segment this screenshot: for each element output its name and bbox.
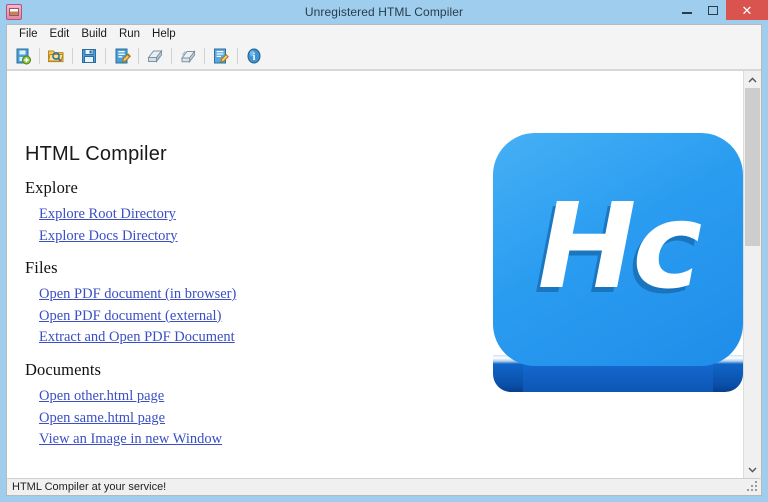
document-view: HTML Compiler Explore Explore Root Direc… [7,70,761,478]
edit-document-button[interactable] [111,45,133,67]
status-message: HTML Compiler at your service! [12,481,167,493]
maximize-button[interactable] [700,0,726,20]
menu-item-edit[interactable]: Edit [44,27,76,41]
link-open-other-html[interactable]: Open other.html page [39,386,164,408]
link-view-image-new-window[interactable]: View an Image in new Window [39,429,222,451]
toolbar-separator [39,48,40,64]
scrollbar-track[interactable] [744,88,761,461]
toolbar-separator [105,48,106,64]
application-window: Unregistered HTML Compiler ✕ File Edit B… [0,0,768,502]
close-icon: ✕ [741,2,753,18]
resize-grip[interactable] [747,481,759,493]
link-open-same-html[interactable]: Open same.html page [39,408,165,430]
section-heading-documents: Documents [25,360,102,379]
edit-document-icon [115,48,131,64]
link-explore-root-directory[interactable]: Explore Root Directory [39,204,176,226]
list-item: Open other.html page [39,386,222,408]
new-project-button[interactable] [12,45,34,67]
window-frame-bottom [0,496,768,502]
scroll-down-button[interactable] [744,461,761,478]
open-project-icon [47,50,64,63]
section-explore: Explore Explore Root Directory Explore D… [25,178,178,247]
client-area: File Edit Build Run Help i HTML Compiler… [6,24,762,478]
build-run-icon [180,50,196,64]
build-run-button[interactable] [177,45,199,67]
status-bar: HTML Compiler at your service! [6,478,762,496]
toolbar-separator [237,48,238,64]
chevron-down-icon [748,467,757,473]
toolbar-separator [204,48,205,64]
new-project-icon [16,48,31,65]
svg-text:i: i [253,52,256,63]
title-bar[interactable]: Unregistered HTML Compiler ✕ [0,0,768,24]
minimize-icon [682,11,692,14]
chevron-up-icon [748,76,757,82]
link-open-pdf-external[interactable]: Open PDF document (external) [39,306,221,328]
link-list-files: Open PDF document (in browser) Open PDF … [25,284,236,349]
build-button[interactable] [144,45,166,67]
toolbar-separator [138,48,139,64]
html-page: HTML Compiler Explore Explore Root Direc… [7,71,743,478]
list-item: Extract and Open PDF Document [39,327,236,349]
save-project-button[interactable] [78,45,100,67]
minimize-button[interactable] [674,0,700,20]
toolbar: i [7,43,761,70]
toolbar-separator [171,48,172,64]
list-item: Open same.html page [39,408,222,430]
list-item: Open PDF document (in browser) [39,284,236,306]
link-extract-and-open-pdf[interactable]: Extract and Open PDF Document [39,327,235,349]
link-explore-docs-directory[interactable]: Explore Docs Directory [39,226,178,248]
section-heading-explore: Explore [25,178,78,197]
maximize-icon [708,5,718,15]
toolbar-separator [72,48,73,64]
close-button[interactable]: ✕ [726,0,768,20]
hc-logo-icon: Hc [485,133,743,393]
page-title: HTML Compiler [25,143,167,165]
build-icon [147,49,163,63]
scroll-up-button[interactable] [744,71,761,88]
vertical-scrollbar[interactable] [743,71,761,478]
section-files: Files Open PDF document (in browser) Ope… [25,258,236,349]
section-documents: Documents Open other.html page Open same… [25,360,222,451]
menu-item-run[interactable]: Run [113,27,146,41]
scrollbar-thumb[interactable] [745,88,760,246]
help-icon: i [247,48,261,64]
link-list-documents: Open other.html page Open same.html page… [25,386,222,451]
list-item: Explore Docs Directory [39,226,178,248]
menu-bar: File Edit Build Run Help [7,25,761,43]
window-controls: ✕ [674,0,768,24]
list-item: Explore Root Directory [39,204,178,226]
app-icon[interactable] [6,4,22,20]
compile-button[interactable] [210,45,232,67]
compile-icon [214,48,229,64]
help-button[interactable]: i [243,45,265,67]
link-open-pdf-in-browser[interactable]: Open PDF document (in browser) [39,284,236,306]
open-project-button[interactable] [45,45,67,67]
menu-item-file[interactable]: File [13,27,44,41]
list-item: Open PDF document (external) [39,306,236,328]
hc-logo-text: Hc [537,176,703,315]
section-heading-files: Files [25,258,58,277]
list-item: View an Image in new Window [39,429,222,451]
link-list-explore: Explore Root Directory Explore Docs Dire… [25,204,178,247]
menu-item-help[interactable]: Help [146,27,182,41]
window-title: Unregistered HTML Compiler [304,5,464,19]
save-project-icon [82,49,96,63]
menu-item-build[interactable]: Build [75,27,113,41]
